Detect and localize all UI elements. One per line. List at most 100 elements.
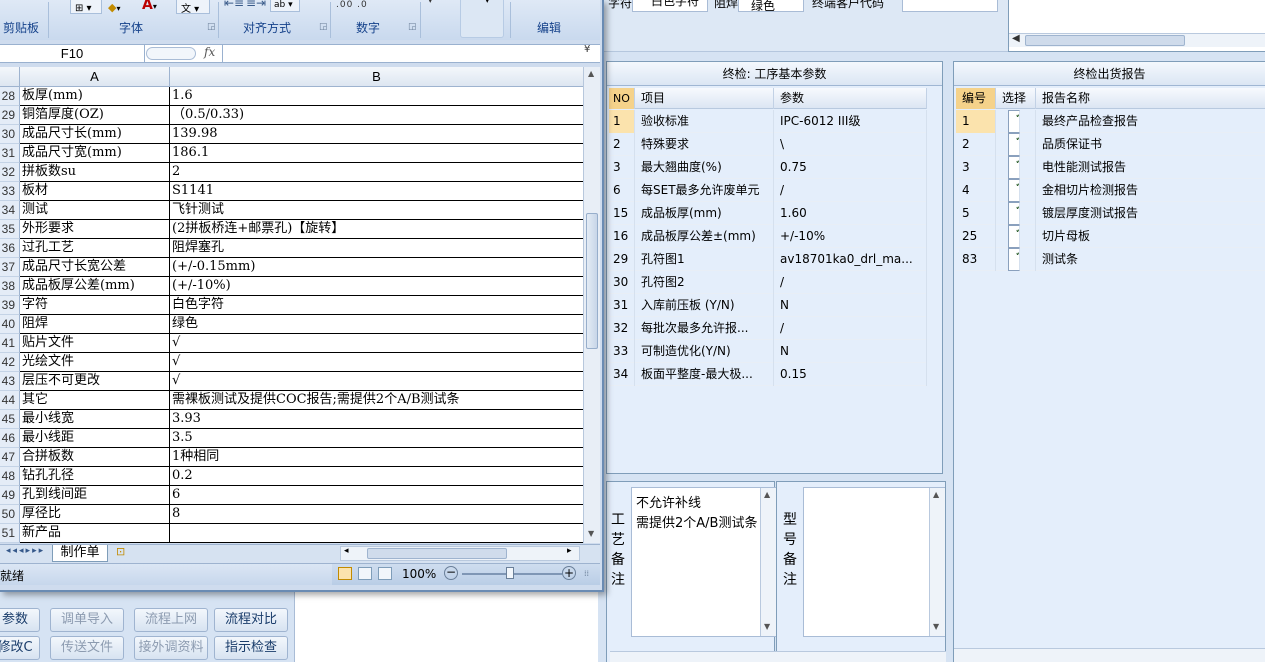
cell-a[interactable]: 成品板厚公差(mm): [20, 277, 170, 296]
reports-col-no[interactable]: 编号: [956, 88, 996, 109]
row-number[interactable]: 31: [0, 144, 20, 163]
sheet-vscrollbar[interactable]: ▲ ▼: [583, 67, 600, 543]
increase-indent-icon[interactable]: ≡⇥: [246, 0, 266, 10]
report-checkbox[interactable]: ✓: [1008, 248, 1020, 271]
cell-a[interactable]: 最小线距: [20, 429, 170, 448]
model-note-textarea[interactable]: ▲ ▼: [803, 487, 945, 637]
report-row[interactable]: 4 ✓ 金相切片检测报告: [956, 179, 1265, 202]
hscroll-thumb[interactable]: [367, 548, 507, 559]
params-row[interactable]: 15 成品板厚(mm) 1.60: [609, 202, 927, 225]
reports-col-name[interactable]: 报告名称: [1036, 88, 1265, 109]
params-col-no[interactable]: NO: [609, 88, 635, 109]
fill-color-button[interactable]: ◆▾: [108, 0, 138, 14]
cell-a[interactable]: 合拼板数: [20, 448, 170, 467]
row-number[interactable]: 38: [0, 277, 20, 296]
report-checkbox[interactable]: ✓: [1008, 133, 1020, 156]
instruction-check-button[interactable]: 指示检查: [214, 636, 288, 660]
cell-b[interactable]: （0.5/0.33): [170, 106, 583, 125]
resize-grip-icon[interactable]: ⁞⁞: [584, 569, 589, 578]
report-row[interactable]: 5 ✓ 镀层厚度测试报告: [956, 202, 1265, 225]
cell-b[interactable]: S1141: [170, 182, 583, 201]
row-number[interactable]: 45: [0, 410, 20, 429]
cell-a[interactable]: 过孔工艺: [20, 239, 170, 258]
insert-sheet-icon[interactable]: ⊡: [116, 545, 125, 558]
cell-b[interactable]: 3.5: [170, 429, 583, 448]
report-checkbox[interactable]: ✓: [1008, 202, 1020, 225]
row-number[interactable]: 43: [0, 372, 20, 391]
cell-b[interactable]: [170, 524, 583, 543]
cell-a[interactable]: 外形要求: [20, 220, 170, 239]
orientation-button[interactable]: ab ▾: [270, 0, 300, 12]
cell-b[interactable]: 白色字符: [170, 296, 583, 315]
zoom-in-icon[interactable]: +: [562, 566, 576, 580]
font-color-icon[interactable]: A▾: [142, 0, 168, 13]
params-row[interactable]: 1 验收标准 IPC-6012 III级: [609, 110, 927, 133]
modify-button[interactable]: 修改C: [0, 636, 40, 660]
zifu-field[interactable]: 白色字符: [632, 0, 708, 12]
scroll-down-icon[interactable]: ▼: [588, 529, 594, 538]
report-checkbox[interactable]: ✓: [1008, 110, 1020, 133]
decimal-buttons[interactable]: .00 .0: [336, 0, 386, 14]
params-row[interactable]: 34 板面平整度-最大极... 0.15: [609, 363, 927, 386]
import-order-button[interactable]: 调单导入: [50, 608, 124, 632]
sheet-tab-zhizuodan[interactable]: 制作单: [52, 545, 108, 562]
cell-a[interactable]: 成品尺寸宽(mm): [20, 144, 170, 163]
report-row[interactable]: 2 ✓ 品质保证书: [956, 133, 1265, 156]
report-checkbox[interactable]: ✓: [1008, 156, 1020, 179]
zoom-level[interactable]: 100%: [402, 567, 436, 581]
phonetic-button[interactable]: 文 ▾: [176, 0, 210, 15]
cell-b[interactable]: √: [170, 372, 583, 391]
cell-b[interactable]: √: [170, 334, 583, 353]
sheet-hscrollbar[interactable]: ◂ ▸: [340, 546, 580, 561]
alignment-dialog-launcher-icon[interactable]: ◲: [319, 22, 328, 32]
page-layout-view-icon[interactable]: [358, 567, 372, 580]
cell-a[interactable]: 铜箔厚度(OZ): [20, 106, 170, 125]
cell-a[interactable]: 钻孔孔径: [20, 467, 170, 486]
report-checkbox[interactable]: ✓: [1008, 225, 1020, 248]
scroll-left-icon[interactable]: ◀: [1012, 33, 1020, 44]
expand-formula-bar-icon[interactable]: ¥: [584, 44, 590, 55]
cell-b[interactable]: 飞针测试: [170, 201, 583, 220]
insert-function-icon[interactable]: fx: [204, 45, 215, 59]
row-number[interactable]: 34: [0, 201, 20, 220]
cell-b[interactable]: 3.93: [170, 410, 583, 429]
cell-b[interactable]: 1.6: [170, 87, 583, 106]
params-row[interactable]: 32 每批次最多允许报... /: [609, 317, 927, 340]
cell-b[interactable]: 186.1: [170, 144, 583, 163]
row-number[interactable]: 37: [0, 258, 20, 277]
customer-code-field[interactable]: [902, 0, 998, 12]
cell-a[interactable]: 新产品: [20, 524, 170, 543]
border-button[interactable]: ⊞ ▾: [70, 0, 102, 14]
cell-b[interactable]: √: [170, 353, 583, 372]
notes-hscrollbar[interactable]: [610, 651, 946, 662]
number-dialog-launcher-icon[interactable]: ◲: [408, 22, 417, 32]
scroll-right-icon[interactable]: ▸: [567, 546, 572, 556]
top-right-hscrollbar[interactable]: ◀: [1009, 33, 1265, 47]
cell-a[interactable]: 字符: [20, 296, 170, 315]
page-break-view-icon[interactable]: [378, 567, 392, 580]
cell-a[interactable]: 拼板数su: [20, 163, 170, 182]
params-row[interactable]: 29 孔符图1 av18701ka0_drl_ma...: [609, 248, 927, 271]
params-col-item[interactable]: 项目: [635, 88, 774, 109]
cell-b[interactable]: 2: [170, 163, 583, 182]
cell-b[interactable]: 需裸板测试及提供COC报告;需提供2个A/B测试条: [170, 391, 583, 410]
cell-b[interactable]: 139.98: [170, 125, 583, 144]
row-number[interactable]: 42: [0, 353, 20, 372]
column-header-b[interactable]: B: [170, 67, 583, 86]
cell-a[interactable]: 其它: [20, 391, 170, 410]
cell-b[interactable]: (+/-10%): [170, 277, 583, 296]
process-note-vscrollbar[interactable]: ▲ ▼: [760, 488, 776, 636]
params-row[interactable]: 30 孔符图2/: [609, 271, 927, 294]
cell-b[interactable]: 6: [170, 486, 583, 505]
cell-a[interactable]: 贴片文件: [20, 334, 170, 353]
report-row[interactable]: 83 ✓ 测试条: [956, 248, 1265, 271]
row-number[interactable]: 41: [0, 334, 20, 353]
cell-a[interactable]: 成品尺寸长(mm): [20, 125, 170, 144]
row-number[interactable]: 40: [0, 315, 20, 334]
row-number[interactable]: 49: [0, 486, 20, 505]
row-number[interactable]: 47: [0, 448, 20, 467]
scroll-up-icon[interactable]: ▲: [588, 69, 594, 78]
row-number[interactable]: 46: [0, 429, 20, 448]
decrease-indent-icon[interactable]: ⇤≡: [224, 0, 244, 10]
process-note-textarea[interactable]: 不允许补线 需提供2个A/B测试条 ▲ ▼: [631, 487, 776, 637]
